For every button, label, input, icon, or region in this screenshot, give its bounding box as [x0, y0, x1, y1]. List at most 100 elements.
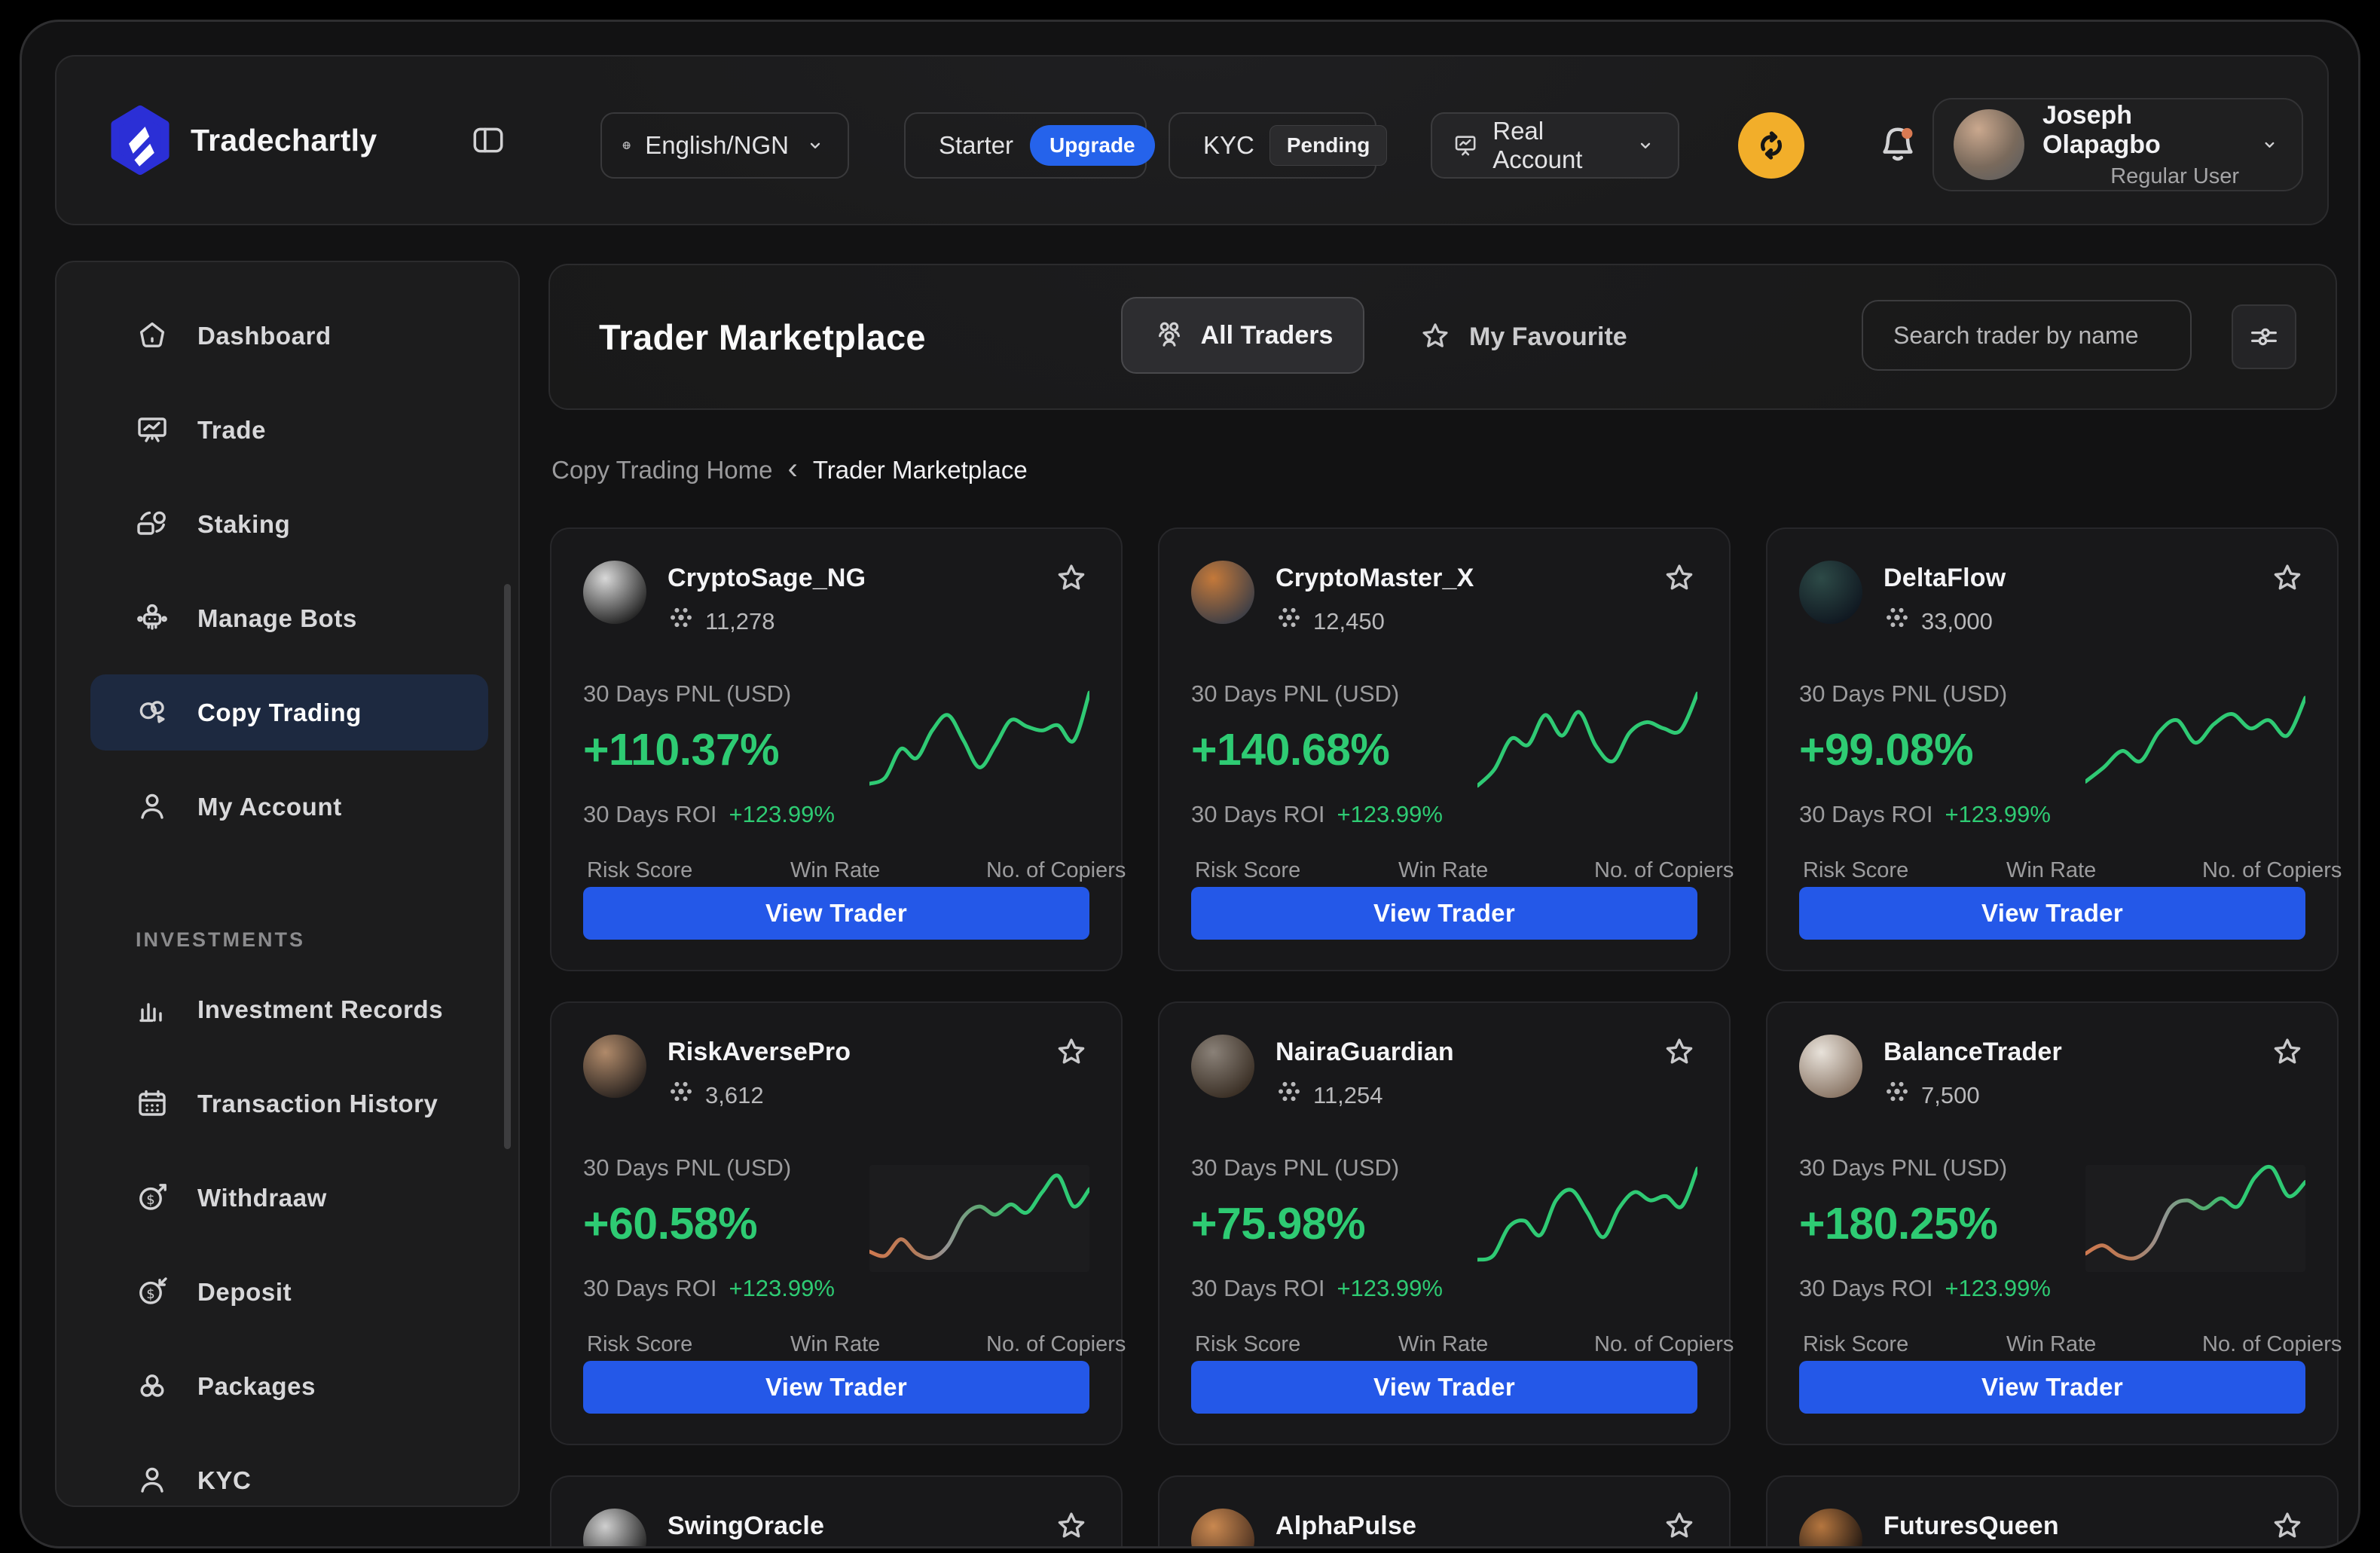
sidebar-item-label: Copy Trading [197, 699, 362, 727]
view-trader-button[interactable]: View Trader [1799, 1361, 2305, 1414]
trader-avatar [583, 561, 646, 624]
withdraw-icon: $ [134, 1180, 170, 1216]
records-icon [134, 992, 170, 1028]
star-icon [2269, 1035, 2305, 1071]
star-icon [2269, 561, 2305, 597]
followers-count: 33,000 [1921, 608, 1993, 635]
trader-avatar [1799, 1035, 1862, 1098]
person-icon [134, 789, 170, 825]
trader-name: FuturesQueen [1884, 1512, 2059, 1541]
sidebar-item-kyc[interactable]: KYC [57, 1433, 518, 1507]
star-icon [1053, 1035, 1089, 1071]
chevron-down-icon [2257, 131, 2282, 158]
pnl-sparkline [2085, 1157, 2305, 1272]
trader-grid: CryptoSage_NG 11,278 30 Days PNL (USD) +… [550, 527, 2339, 1548]
home-icon [134, 318, 170, 354]
sidebar-item-label: Investment Records [197, 995, 443, 1024]
trade-icon [134, 412, 170, 448]
sidebar-item-trade[interactable]: Trade [57, 383, 518, 477]
trader-name: RiskAversePro [668, 1038, 851, 1067]
bots-icon [134, 601, 170, 637]
sidebar-item-my-account[interactable]: My Account [57, 760, 518, 854]
sidebar-scrollbar[interactable] [504, 584, 511, 1149]
view-trader-button[interactable]: View Trader [1191, 1361, 1697, 1414]
view-trader-button[interactable]: View Trader [583, 887, 1089, 940]
sidebar-item-withdraaw[interactable]: $ Withdraaw [57, 1151, 518, 1245]
pnl-value: +140.68% [1191, 724, 1443, 775]
search-box [1862, 300, 2192, 371]
upgrade-button[interactable]: Upgrade [1030, 125, 1155, 166]
account-type-selector[interactable]: Real Account [1431, 112, 1679, 179]
app-frame: Tradechartly English/NGN Starter Upgrade… [20, 20, 2360, 1548]
kyc-status-badge: Pending [1269, 125, 1387, 166]
globe-icon [622, 130, 631, 161]
sidebar-item-dashboard[interactable]: Dashboard [57, 289, 518, 383]
search-input[interactable] [1892, 321, 2211, 350]
view-trader-button[interactable]: View Trader [583, 1361, 1089, 1414]
sidebar-item-label: Transaction History [197, 1090, 438, 1118]
sidebar-item-copy-trading[interactable]: Copy Trading [57, 665, 518, 760]
view-trader-button[interactable]: View Trader [1799, 887, 2305, 940]
followers-count: 3,612 [705, 1082, 764, 1109]
view-trader-button[interactable]: View Trader [1191, 887, 1697, 940]
tab-all-traders[interactable]: All Traders [1121, 297, 1364, 374]
favourite-star-button[interactable] [1053, 1035, 1089, 1071]
followers-icon [1276, 605, 1303, 638]
marketplace-header: Trader Marketplace All Traders My Favour… [548, 264, 2337, 410]
filter-button[interactable] [2232, 304, 2296, 369]
trader-name: SwingOracle [668, 1512, 824, 1541]
favourite-star-button[interactable] [1661, 561, 1697, 597]
star-icon [1661, 1509, 1697, 1545]
favourite-star-button[interactable] [1661, 1509, 1697, 1545]
packages-icon [134, 1368, 170, 1405]
staking-icon [134, 506, 170, 543]
user-role: Regular User [2110, 164, 2239, 189]
pnl-label: 30 Days PNL (USD) [1799, 1154, 2051, 1182]
followers-icon [1884, 605, 1911, 638]
refresh-button[interactable] [1738, 112, 1804, 179]
favourite-star-button[interactable] [1053, 561, 1089, 597]
sidebar-item-manage-bots[interactable]: Manage Bots [57, 571, 518, 665]
sidebar-item-label: Withdraaw [197, 1184, 327, 1212]
favourite-star-button[interactable] [2269, 561, 2305, 597]
trader-avatar [1191, 561, 1254, 624]
pnl-sparkline [1477, 1157, 1697, 1272]
trader-name: AlphaPulse [1276, 1512, 1416, 1541]
language-selector[interactable]: English/NGN [600, 112, 849, 179]
favourite-star-button[interactable] [2269, 1035, 2305, 1071]
trader-avatar [1191, 1509, 1254, 1548]
user-profile-menu[interactable]: Joseph Olapagbo Regular User [1932, 98, 2303, 191]
roi-label: 30 Days ROI [1191, 801, 1324, 828]
trader-card: FuturesQueen [1766, 1475, 2339, 1548]
favourite-star-button[interactable] [2269, 1509, 2305, 1545]
roi-label: 30 Days ROI [583, 1275, 716, 1302]
tab-my-favourite[interactable]: My Favourite [1413, 265, 1632, 408]
brand-logo-icon [105, 105, 176, 176]
sidebar-item-staking[interactable]: Staking [57, 477, 518, 571]
pnl-value: +75.98% [1191, 1198, 1443, 1249]
breadcrumb-parent[interactable]: Copy Trading Home [551, 456, 772, 485]
sidebar-item-transaction-history[interactable]: Transaction History [57, 1056, 518, 1151]
sidebar-item-packages[interactable]: Packages [57, 1339, 518, 1433]
pnl-sparkline [869, 1157, 1089, 1272]
trader-card: DeltaFlow 33,000 30 Days PNL (USD) +99.0… [1766, 527, 2339, 971]
sliders-icon [2247, 319, 2281, 354]
sidebar-toggle-icon[interactable] [469, 121, 507, 159]
sidebar-item-deposit[interactable]: $ Deposit [57, 1245, 518, 1339]
trader-avatar [1799, 561, 1862, 624]
packages-icon [134, 1368, 170, 1405]
breadcrumb-current: Trader Marketplace [813, 456, 1028, 485]
pnl-value: +110.37% [583, 724, 835, 775]
trader-avatar [583, 1509, 646, 1548]
star-icon [1053, 561, 1089, 597]
person-icon [134, 1463, 170, 1499]
roi-label: 30 Days ROI [583, 801, 716, 828]
pnl-label: 30 Days PNL (USD) [583, 1154, 835, 1182]
sidebar-item-investment-records[interactable]: Investment Records [57, 962, 518, 1056]
notifications-bell-icon[interactable] [1871, 117, 1925, 174]
staking-icon [134, 506, 170, 543]
roi-value: +123.99% [729, 1275, 834, 1302]
favourite-star-button[interactable] [1661, 1035, 1697, 1071]
favourite-star-button[interactable] [1053, 1509, 1089, 1545]
svg-text:$: $ [146, 1192, 154, 1208]
